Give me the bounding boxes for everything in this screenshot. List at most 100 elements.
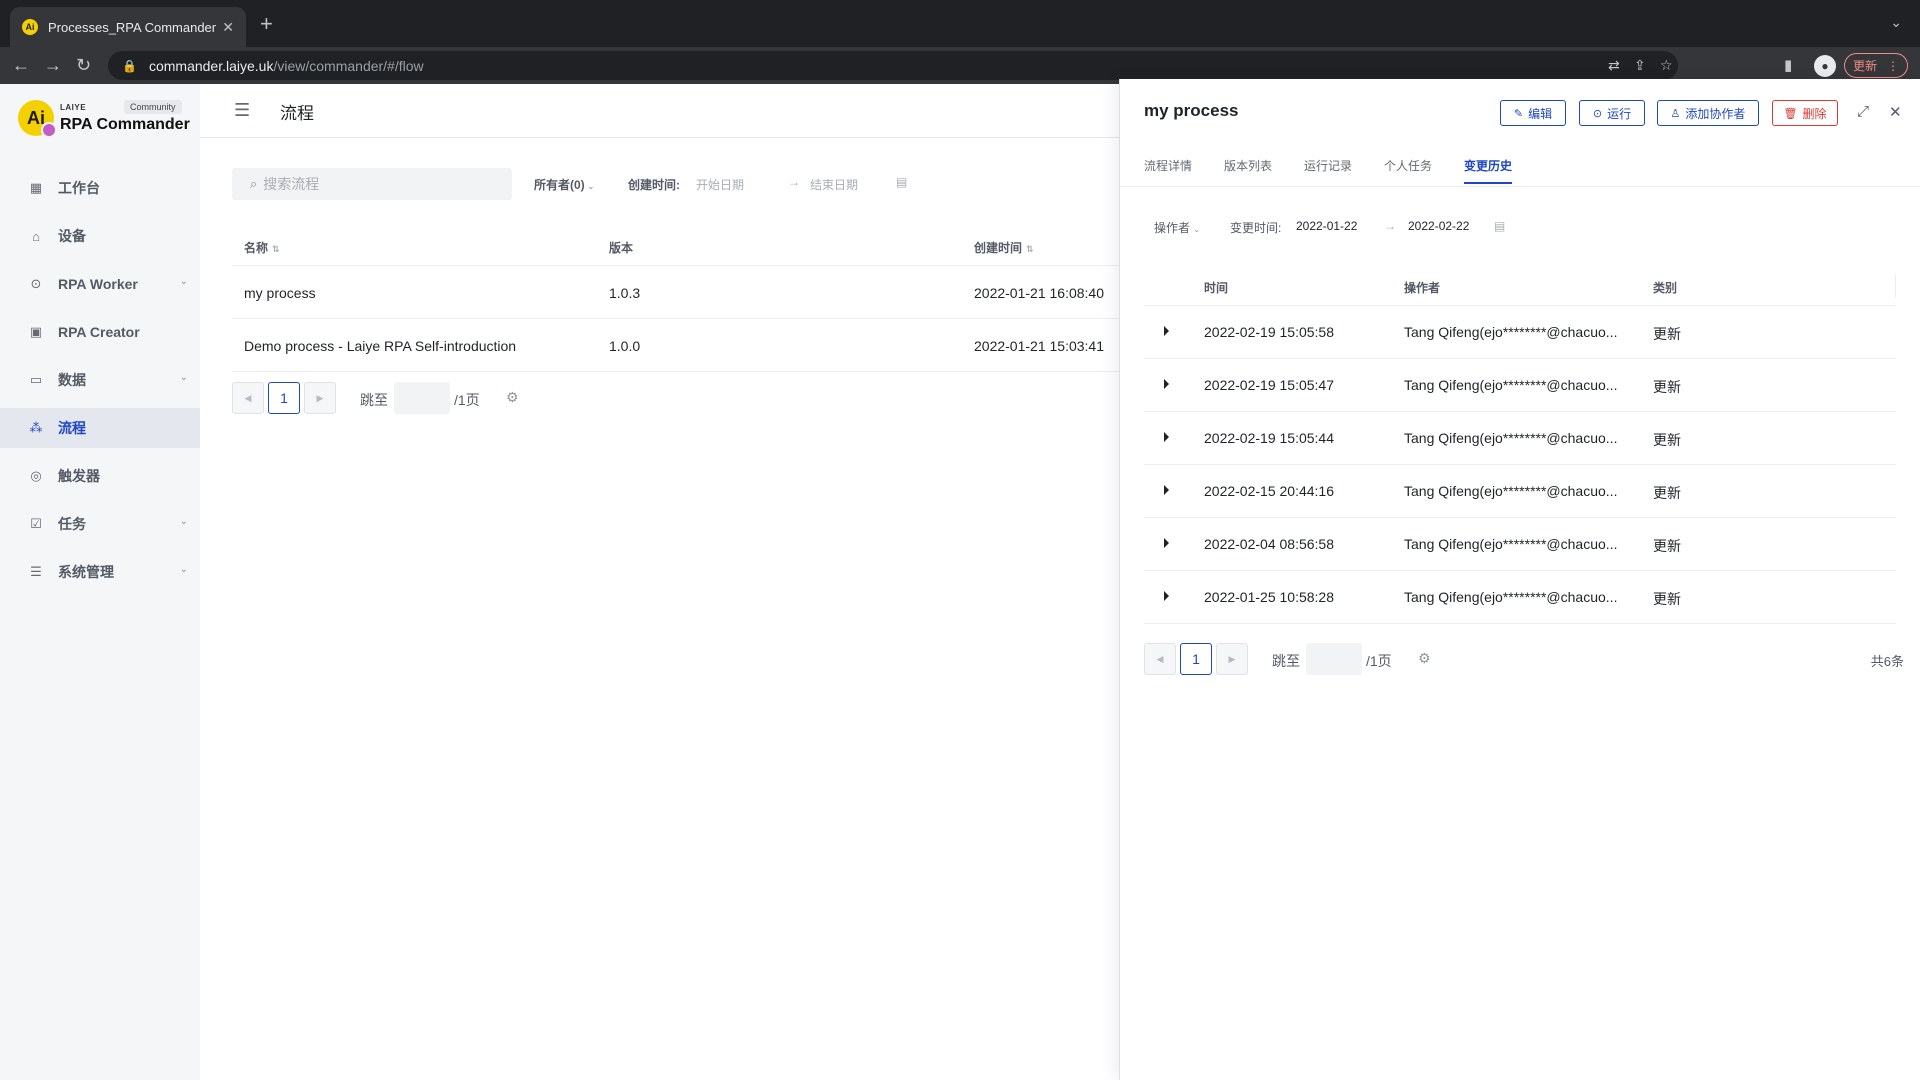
bookmark-star-icon[interactable]: ☆	[1660, 57, 1673, 74]
favicon-icon: Ai	[22, 19, 38, 35]
history-row[interactable]: 2022-01-25 10:58:28 Tang Qifeng(ejo*****…	[1144, 571, 1896, 624]
play-icon: ⊙	[1592, 107, 1603, 120]
prev-page-button[interactable]: ◀	[232, 382, 264, 414]
tab-version-list[interactable]: 版本列表	[1224, 157, 1272, 182]
browser-tab[interactable]: Ai Processes_RPA Commander ✕	[10, 7, 246, 47]
tab-personal-tasks[interactable]: 个人任务	[1384, 157, 1432, 182]
jump-label: 跳至	[1272, 653, 1300, 669]
gear-icon[interactable]: ⚙	[1418, 650, 1431, 667]
history-pagination: ◀ 1 ▶ 跳至 /1页 ⚙ 共6条	[1144, 643, 1904, 675]
sidebar-item-system[interactable]: ☰ 系统管理 ⌄	[0, 552, 200, 592]
expand-row-icon[interactable]	[1164, 432, 1169, 442]
prev-page-button[interactable]: ◀	[1144, 643, 1176, 675]
history-operator: Tang Qifeng(ejo********@chacuo...	[1404, 430, 1618, 446]
history-category: 更新	[1653, 538, 1681, 554]
side-panel-icon[interactable]: ▮	[1784, 56, 1792, 74]
share-icon[interactable]: ⇪	[1634, 57, 1646, 74]
reload-icon[interactable]: ↻	[76, 53, 91, 77]
search-input[interactable]	[263, 176, 494, 192]
column-label: 名称	[244, 241, 269, 255]
history-time: 2022-01-25 10:58:28	[1204, 589, 1334, 605]
history-category: 更新	[1653, 379, 1681, 395]
jump-page-input[interactable]	[1306, 643, 1362, 675]
process-name[interactable]: my process	[244, 285, 316, 301]
sidebar-item-triggers[interactable]: ◎ 触发器	[0, 456, 200, 496]
history-table-header: 时间 操作者 类别	[1144, 266, 1896, 306]
edit-button[interactable]: ✎ 编辑	[1500, 100, 1566, 126]
address-bar[interactable]: 🔒 commander.laiye.uk /view/commander/#/f…	[108, 51, 1678, 80]
next-page-button[interactable]: ▶	[304, 382, 336, 414]
run-button[interactable]: ⊙ 运行	[1579, 100, 1645, 126]
tab-change-history[interactable]: 变更历史	[1464, 157, 1513, 184]
add-collaborator-button[interactable]: ♙ 添加协作者	[1657, 100, 1759, 126]
expand-row-icon[interactable]	[1164, 538, 1169, 548]
page-number-button[interactable]: 1	[268, 382, 300, 414]
jump-label: 跳至	[360, 392, 388, 408]
next-page-button[interactable]: ▶	[1216, 643, 1248, 675]
process-created: 2022-01-21 15:03:41	[974, 338, 1104, 354]
history-row[interactable]: 2022-02-19 15:05:44 Tang Qifeng(ejo*****…	[1144, 412, 1896, 465]
history-row[interactable]: 2022-02-19 15:05:47 Tang Qifeng(ejo*****…	[1144, 359, 1896, 412]
column-header-name[interactable]: 名称 ⇅	[244, 239, 280, 256]
history-row[interactable]: 2022-02-19 15:05:58 Tang Qifeng(ejo*****…	[1144, 306, 1896, 359]
sidebar-item-dashboard[interactable]: ▦ 工作台	[0, 168, 200, 208]
delete-label: 删除	[1802, 106, 1827, 121]
search-box[interactable]: ⌕	[232, 168, 512, 200]
tab-run-records[interactable]: 运行记录	[1304, 157, 1352, 182]
tab-search-icon[interactable]: ⌄	[1890, 14, 1902, 31]
chevron-down-icon: ⌄	[587, 182, 595, 191]
history-operator: Tang Qifeng(ejo********@chacuo...	[1404, 589, 1618, 605]
column-header-created[interactable]: 创建时间 ⇅	[974, 239, 1034, 256]
sidebar-item-tasks[interactable]: ☑ 任务 ⌄	[0, 504, 200, 544]
jump-page-input[interactable]	[394, 382, 450, 414]
history-category: 更新	[1653, 591, 1681, 607]
new-tab-icon[interactable]: +	[260, 12, 273, 36]
operator-select[interactable]: 操作者 ⌄	[1154, 219, 1200, 236]
sidebar-item-data[interactable]: ▭ 数据 ⌄	[0, 360, 200, 400]
page-number-button[interactable]: 1	[1180, 643, 1212, 675]
history-operator: Tang Qifeng(ejo********@chacuo...	[1404, 483, 1618, 499]
profile-avatar-icon[interactable]: ●	[1814, 55, 1836, 77]
brand-logo[interactable]: Ai LAIYE Community RPA Commander	[18, 96, 190, 140]
sidebar-item-label: 触发器	[58, 468, 100, 484]
delete-button[interactable]: 🗑 删除	[1772, 100, 1838, 126]
add-collaborator-label: 添加协作者	[1685, 106, 1746, 121]
dashboard-icon: ▦	[29, 180, 43, 195]
expand-row-icon[interactable]	[1164, 379, 1169, 389]
total-pages-label: /1页	[454, 392, 480, 408]
sidebar-item-devices[interactable]: ⌂ 设备	[0, 216, 200, 256]
sidebar-item-label: RPA Creator	[58, 324, 140, 340]
tab-process-details[interactable]: 流程详情	[1144, 157, 1192, 182]
history-start-date[interactable]: 2022-01-22	[1296, 219, 1357, 233]
browser-update-button[interactable]: 更新 ⋮	[1844, 53, 1908, 78]
expand-row-icon[interactable]	[1164, 326, 1169, 336]
tab-close-icon[interactable]: ✕	[222, 19, 234, 36]
sidebar-item-rpa-creator[interactable]: ▣ RPA Creator	[0, 312, 200, 352]
history-end-date[interactable]: 2022-02-22	[1408, 219, 1469, 233]
back-icon[interactable]: ←	[12, 53, 30, 77]
calendar-icon[interactable]: ▤	[1494, 219, 1505, 233]
process-name[interactable]: Demo process - Laiye RPA Self-introducti…	[244, 338, 516, 354]
expand-row-icon[interactable]	[1164, 485, 1169, 495]
calendar-icon[interactable]: ▤	[896, 175, 907, 189]
owner-select[interactable]: 所有者(0) ⌄	[534, 176, 594, 193]
menu-collapse-icon[interactable]: ☰	[234, 100, 250, 121]
sidebar-item-rpa-worker[interactable]: ⊙ RPA Worker ⌄	[0, 264, 200, 304]
history-row[interactable]: 2022-02-04 08:56:58 Tang Qifeng(ejo*****…	[1144, 518, 1896, 571]
arrow-right-icon: →	[1384, 219, 1396, 233]
translate-icon[interactable]: ⇄	[1608, 57, 1620, 74]
expand-row-icon[interactable]	[1164, 591, 1169, 601]
sidebar-item-flow[interactable]: ⁂ 流程	[0, 408, 200, 448]
sidebar-item-label: RPA Worker	[58, 276, 138, 292]
gear-icon[interactable]: ⚙	[506, 389, 519, 406]
table-row[interactable]: my process 1.0.3 2022-01-21 16:08:40	[232, 266, 1120, 319]
sidebar-item-label: 设备	[58, 228, 86, 244]
end-date-input[interactable]: 结束日期	[810, 176, 858, 193]
start-date-input[interactable]: 开始日期	[696, 176, 744, 193]
close-icon[interactable]: ✕	[1889, 103, 1902, 121]
table-row[interactable]: Demo process - Laiye RPA Self-introducti…	[232, 319, 1120, 372]
history-filter-row: 操作者 ⌄ 变更时间: 2022-01-22 → 2022-02-22 ▤	[1154, 219, 1914, 239]
history-row[interactable]: 2022-02-15 20:44:16 Tang Qifeng(ejo*****…	[1144, 465, 1896, 518]
expand-icon[interactable]: ⤢	[1857, 103, 1869, 120]
forward-icon[interactable]: →	[44, 53, 62, 77]
